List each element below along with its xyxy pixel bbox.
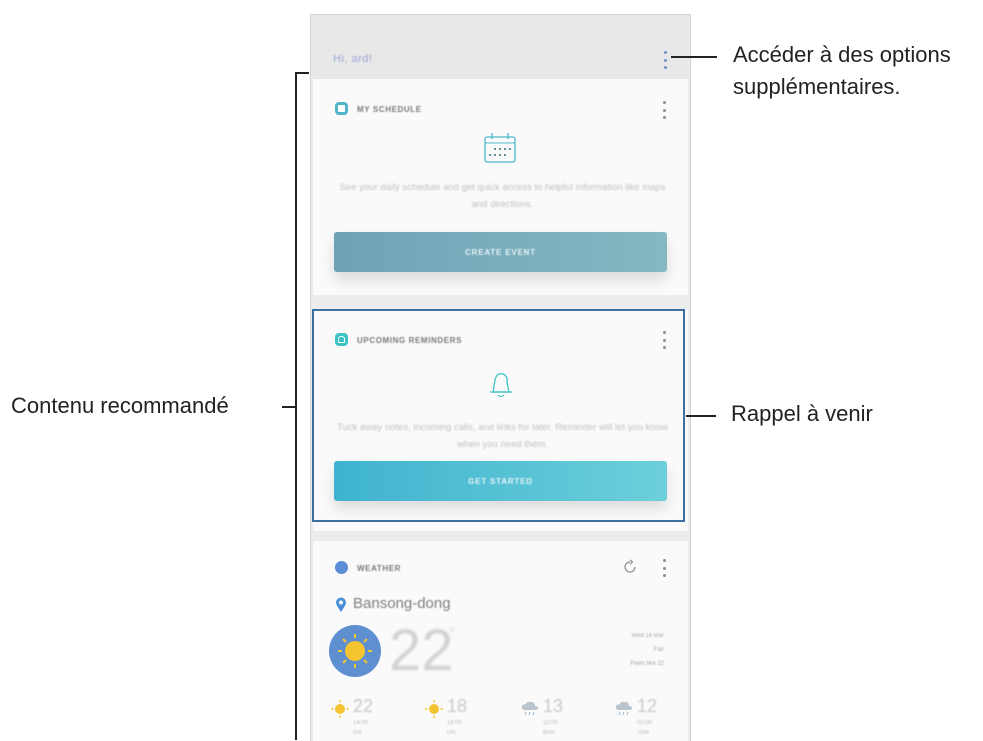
schedule-card: MY SCHEDULE See your daily schedule and … [313, 79, 688, 295]
weather-condition: Fair [653, 647, 664, 653]
forecast-rain: 0% [447, 730, 456, 736]
location-pin-icon [336, 597, 346, 612]
recommended-label: Contenu recommandé [11, 393, 229, 418]
weather-small-icon [335, 561, 348, 574]
sun-icon [331, 700, 349, 718]
forecast-temp: 22 [353, 696, 374, 716]
recommended-leader-line [282, 406, 296, 408]
sun-icon [425, 700, 443, 718]
recommended-bracket-top [295, 72, 309, 74]
more-options-leader-line [671, 56, 717, 58]
forecast-temp: 18 [447, 696, 468, 716]
more-options-label-line2: supplémentaires. [733, 74, 901, 99]
forecast-rain: 70% [637, 730, 650, 736]
weather-details: Wed 14 Mar Fair Feels like 22 [630, 629, 664, 671]
rain-icon [616, 701, 632, 716]
refresh-icon[interactable] [622, 559, 638, 575]
forecast-temp: 13 [543, 696, 564, 716]
weather-card-title: WEATHER [357, 564, 402, 573]
forecast-rain: 60% [543, 730, 556, 736]
current-weather-icon [329, 625, 381, 677]
forecast-time: 22:00 [543, 720, 559, 726]
forecast-item: 22 14:00 0% [331, 696, 391, 738]
schedule-description: See your daily schedule and get quick ac… [339, 182, 666, 210]
weather-feels-like: Feels like 22 [630, 661, 664, 667]
create-event-label: CREATE EVENT [465, 247, 536, 257]
forecast-time: 02:00 [637, 720, 653, 726]
schedule-more-icon[interactable] [657, 101, 671, 119]
rain-icon [522, 701, 538, 716]
schedule-card-title: MY SCHEDULE [357, 105, 422, 114]
greeting-text: Hi, ard! [333, 53, 373, 65]
forecast-time: 14:00 [353, 720, 369, 726]
forecast-item: 12 02:00 70% [615, 696, 675, 738]
current-temperature: 22 [389, 618, 454, 683]
weather-date: Wed 14 Mar [631, 633, 664, 639]
calendar-small-icon [335, 102, 348, 115]
forecast-time: 18:00 [447, 720, 463, 726]
forecast-temp: 12 [637, 696, 658, 716]
forecast-item: 13 22:00 60% [521, 696, 581, 738]
sun-icon [338, 634, 372, 668]
upcoming-reminder-label: Rappel à venir [731, 401, 873, 426]
forecast-item: 18 18:00 0% [425, 696, 485, 738]
weather-more-icon[interactable] [657, 559, 671, 577]
forecast-rain: 0% [353, 730, 362, 736]
reminder-leader-line [686, 415, 716, 417]
reminder-highlight-box [312, 309, 685, 522]
degree-symbol: ° [449, 625, 456, 642]
more-options-label-line1: Accéder à des options [733, 42, 951, 67]
more-options-icon[interactable] [658, 51, 672, 69]
calendar-icon [484, 133, 516, 163]
location-text: Bansong-dong [353, 595, 451, 612]
top-bar: Hi, ard! [311, 15, 690, 79]
create-event-button[interactable]: CREATE EVENT [334, 232, 667, 272]
